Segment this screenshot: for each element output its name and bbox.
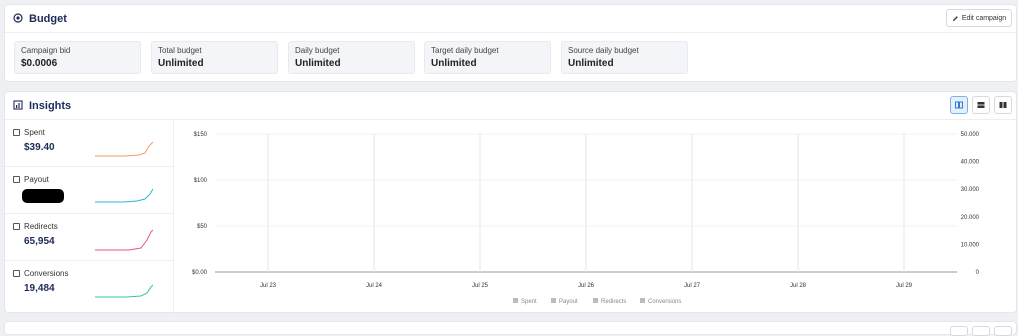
stat-label: Source daily budget	[568, 46, 639, 55]
view-columns-button[interactable]	[950, 96, 968, 114]
y2-tick-label: 10.000	[961, 242, 980, 248]
metric-checkbox[interactable]	[13, 270, 20, 277]
edit-campaign-label: Edit campaign	[961, 14, 1007, 22]
x-tick-label: Jul 25	[472, 283, 489, 289]
budget-card: Budget Edit campaign Campaign bid $0.000…	[4, 4, 1017, 82]
metric-label: Conversions	[24, 269, 69, 278]
legend-swatch	[640, 298, 645, 303]
x-tick-label: Jul 28	[790, 283, 807, 289]
x-tick-label: Jul 23	[260, 283, 277, 289]
metric-redirects: Redirects 65,954	[5, 214, 174, 261]
metric-value: 19,484	[24, 283, 55, 294]
edit-campaign-button[interactable]: Edit campaign	[946, 9, 1012, 27]
stat-value: Unlimited	[431, 58, 477, 69]
metric-label: Spent	[24, 128, 45, 137]
y2-tick-label: 20.000	[961, 215, 980, 221]
x-tick-label: Jul 24	[366, 283, 383, 289]
sparkline	[95, 141, 153, 157]
metric-spent: Spent $39.40	[5, 120, 174, 167]
metric-value: $39.40	[24, 142, 55, 153]
legend-swatch	[593, 298, 598, 303]
insights-card: Insights Spent $39.40 Payout Redirects 6…	[4, 91, 1017, 313]
metric-conversions: Conversions 19,484	[5, 261, 174, 308]
stat-target-daily-budget: Target daily budget Unlimited	[424, 41, 551, 74]
y-tick-label: $150	[194, 132, 208, 138]
chart-box-icon	[13, 100, 23, 110]
y2-tick-label: 0	[976, 270, 980, 276]
x-tick-label: Jul 26	[578, 283, 595, 289]
metric-checkbox[interactable]	[13, 223, 20, 230]
split-view-icon	[999, 102, 1007, 108]
legend-swatch	[513, 298, 518, 303]
budget-title: Budget	[29, 13, 67, 25]
legend-label: Payout	[559, 299, 578, 305]
insights-header: Insights	[5, 92, 1016, 120]
stat-daily-budget: Daily budget Unlimited	[288, 41, 415, 74]
next-card	[4, 321, 1017, 336]
next-card-button[interactable]	[950, 326, 968, 336]
next-card-button[interactable]	[972, 326, 990, 336]
sparkline	[95, 188, 153, 203]
stat-value: Unlimited	[295, 58, 341, 69]
stat-label: Campaign bid	[21, 46, 71, 55]
metric-payout: Payout	[5, 167, 174, 214]
view-grid-button[interactable]	[972, 96, 990, 114]
grid-view-icon	[977, 102, 985, 108]
metric-checkbox[interactable]	[13, 129, 20, 136]
x-tick-label: Jul 27	[684, 283, 701, 289]
budget-header: Budget Edit campaign	[5, 5, 1016, 33]
metric-checkbox[interactable]	[13, 176, 20, 183]
legend-label: Conversions	[648, 299, 681, 305]
redacted-value	[22, 189, 64, 203]
columns-view-icon	[955, 101, 963, 109]
view-split-button[interactable]	[994, 96, 1012, 114]
next-card-button[interactable]	[994, 326, 1012, 336]
stat-label: Total budget	[158, 46, 202, 55]
stat-value: $0.0006	[21, 58, 58, 69]
metric-value: 65,954	[24, 236, 55, 247]
legend-label: Spent	[521, 299, 537, 305]
stat-label: Target daily budget	[431, 46, 499, 55]
insights-title: Insights	[29, 100, 72, 112]
y-tick-label: $100	[194, 178, 208, 184]
stat-campaign-bid: Campaign bid $0.0006	[14, 41, 141, 74]
y-tick-label: $0.00	[192, 270, 208, 276]
legend-swatch	[551, 298, 556, 303]
sparkline	[95, 284, 153, 298]
stat-value: Unlimited	[568, 58, 614, 69]
sparkline	[95, 229, 153, 251]
y2-tick-label: 30.000	[961, 187, 980, 193]
y-tick-label: $50	[197, 224, 208, 230]
y2-tick-label: 50.000	[961, 132, 980, 138]
target-icon	[13, 13, 23, 23]
insights-chart: $0.00 $50 $100 $150 0 10.000 20.000 30.000 40.00…	[175, 120, 1017, 313]
pencil-icon	[952, 15, 958, 21]
metric-label: Payout	[24, 175, 49, 184]
stat-source-daily-budget: Source daily budget Unlimited	[561, 41, 688, 74]
stat-value: Unlimited	[158, 58, 204, 69]
y2-tick-label: 40.000	[961, 160, 980, 166]
legend-label: Redirects	[601, 299, 626, 305]
stat-label: Daily budget	[295, 46, 340, 55]
x-tick-label: Jul 29	[896, 283, 913, 289]
metrics-column: Spent $39.40 Payout Redirects 65,954 Con…	[5, 120, 174, 313]
chart-svg: $0.00 $50 $100 $150 0 10.000 20.000 30.000 40.00…	[192, 132, 980, 305]
metric-label: Redirects	[24, 222, 58, 231]
stat-total-budget: Total budget Unlimited	[151, 41, 278, 74]
